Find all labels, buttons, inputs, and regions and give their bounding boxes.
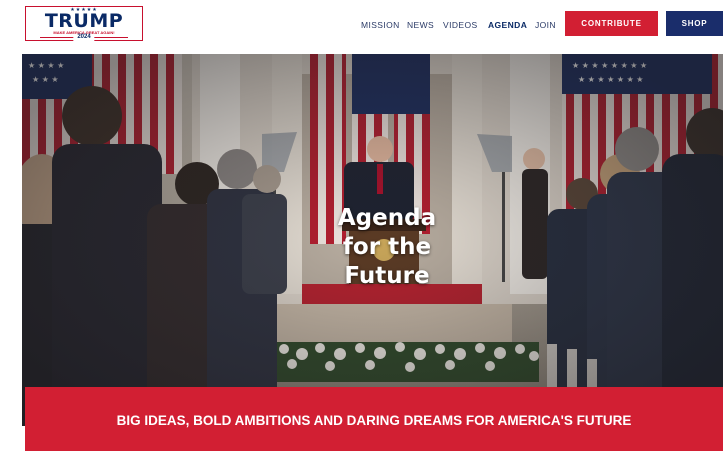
- hero-title: Agenda for the Future: [312, 204, 462, 291]
- banner-text: BIG IDEAS, BOLD AMBITIONS AND DARING DRE…: [116, 413, 632, 428]
- shop-button[interactable]: SHOP: [666, 11, 723, 36]
- trump-2024-logo[interactable]: ★★★★★ TRUMP MAKE AMERICA GREAT AGAIN! 20…: [25, 6, 143, 41]
- nav-item-mission[interactable]: MISSION: [361, 19, 400, 31]
- nav-link-join[interactable]: JOIN: [535, 20, 556, 30]
- nav-link-news[interactable]: NEWS: [407, 20, 434, 30]
- nav-link-mission[interactable]: MISSION: [361, 20, 400, 30]
- hero-title-line-2: for the: [342, 234, 432, 260]
- nav-link-agenda[interactable]: AGENDA: [488, 20, 527, 30]
- nav-link-videos[interactable]: VIDEOS: [443, 20, 478, 30]
- site-header: ★★★★★ TRUMP MAKE AMERICA GREAT AGAIN! 20…: [0, 0, 723, 50]
- nav-item-videos[interactable]: VIDEOS: [443, 19, 478, 31]
- hero-title-line-1: Agenda: [337, 205, 437, 231]
- contribute-button[interactable]: CONTRIBUTE: [565, 11, 658, 36]
- logo-name: TRUMP: [44, 10, 124, 32]
- hero-image: ★ ★ ★ ★ ★ ★ ★ ★ ★ ★ ★ ★ ★ ★ ★ ★ ★ ★ ★ ★ …: [22, 54, 723, 426]
- nav-item-news[interactable]: NEWS: [407, 19, 434, 31]
- logo-year: 2024: [73, 34, 95, 41]
- agenda-banner: BIG IDEAS, BOLD AMBITIONS AND DARING DRE…: [25, 387, 723, 451]
- nav-item-agenda[interactable]: AGENDA: [488, 19, 527, 31]
- nav-item-join[interactable]: JOIN: [535, 19, 556, 31]
- hero-title-line-3: Future: [344, 263, 430, 289]
